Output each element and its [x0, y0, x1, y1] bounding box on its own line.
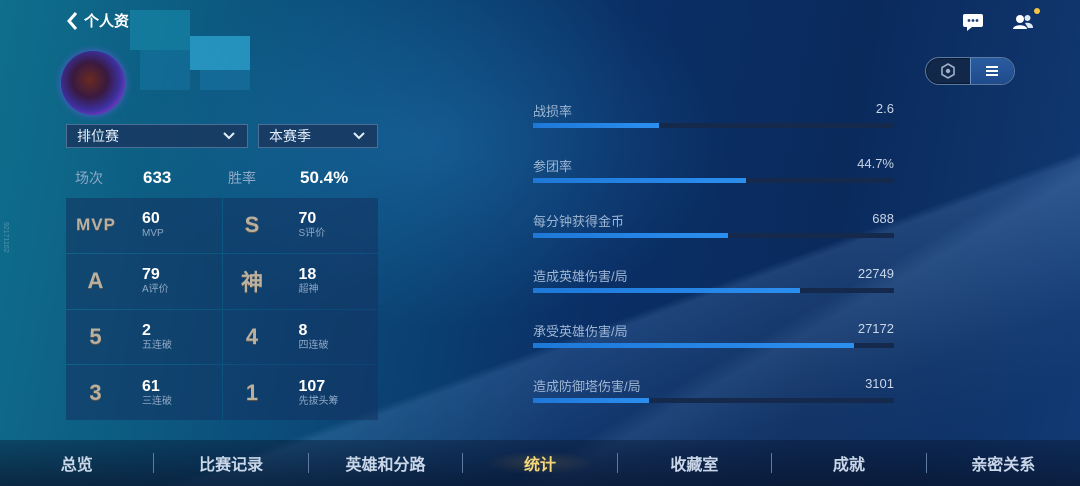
stat-bar-fill	[533, 288, 801, 293]
honor-label: 三连破	[142, 395, 172, 407]
stat-bar-fill	[533, 398, 649, 403]
honor-cell-quadra: 4 8 四连破	[222, 309, 378, 365]
avatar[interactable]	[61, 51, 125, 115]
stat-label: 参团率	[533, 159, 573, 174]
honor-cell-first-blood: 1 107 先拔头筹	[222, 365, 378, 420]
mvp-emblem-icon: MVP	[76, 215, 116, 235]
honor-value: 107	[298, 377, 326, 395]
tab-heroes-lanes[interactable]: 英雄和分路	[309, 451, 462, 475]
bottom-nav: 总览 比赛记录 英雄和分路 统计 收藏室 成就 亲密关系	[0, 440, 1080, 486]
honor-value: 79	[142, 266, 160, 284]
stat-value: 3101	[865, 376, 894, 391]
honor-value: 70	[298, 210, 317, 228]
friends-icon	[1013, 15, 1033, 29]
tab-match-history[interactable]: 比赛记录	[154, 451, 307, 475]
honor-value: 2	[142, 321, 151, 339]
chevron-down-icon	[353, 132, 365, 140]
tab-collection[interactable]: 收藏室	[618, 451, 771, 475]
mode-dropdown[interactable]: 排位赛	[66, 124, 248, 148]
s-grade-emblem-icon: S	[244, 212, 261, 238]
penta-kill-emblem-icon: 5	[89, 323, 103, 349]
stat-value: 22749	[857, 266, 894, 281]
stat-bar-track	[533, 123, 894, 128]
tab-relationships[interactable]: 亲密关系	[927, 451, 1080, 475]
stat-label: 每分钟获得金币	[533, 214, 625, 229]
notification-dot	[1034, 8, 1040, 14]
honor-cell-a: A 79 A评价	[66, 253, 222, 309]
stat-bar-track	[533, 288, 894, 293]
honor-label: MVP	[142, 228, 164, 240]
honor-label: 超神	[298, 284, 319, 296]
stat-value: 27172	[857, 321, 894, 336]
side-watermark: 92171162	[2, 222, 9, 253]
season-dropdown[interactable]: 本赛季	[258, 124, 378, 148]
stat-value: 44.7%	[857, 156, 894, 171]
stat-row: 造成防御塔伤害/局 3101	[533, 376, 894, 406]
stat-bar-fill	[533, 233, 728, 238]
tab-statistics[interactable]: 统计	[463, 451, 616, 475]
stat-bar-fill	[533, 178, 746, 183]
stat-label: 战损率	[533, 104, 573, 119]
stat-row: 战损率 2.6	[533, 101, 894, 131]
honor-cell-mvp: MVP 60 MVP	[66, 198, 222, 253]
stat-row: 参团率 44.7%	[533, 156, 894, 186]
chat-button[interactable]	[962, 12, 984, 32]
stat-label: 造成防御塔伤害/局	[533, 379, 641, 394]
back-button[interactable]: 个人资	[66, 10, 129, 31]
honor-value: 61	[142, 377, 160, 395]
season-dropdown-value: 本赛季	[269, 128, 311, 144]
matches-value: 633	[143, 168, 172, 187]
stat-bar-track	[533, 233, 894, 238]
stat-bar-track	[533, 343, 894, 348]
quadra-kill-emblem-icon: 4	[245, 323, 260, 349]
stat-value: 2.6	[875, 101, 894, 116]
stat-bar-track	[533, 178, 894, 183]
honor-label: 四连破	[298, 339, 329, 351]
honor-value: 8	[298, 321, 308, 339]
stat-value: 688	[872, 211, 894, 226]
stat-bar-fill	[533, 123, 660, 128]
chevron-left-icon	[67, 11, 78, 30]
friends-button[interactable]	[1012, 8, 1040, 32]
stat-bar-track	[533, 398, 894, 403]
back-label: 个人资	[84, 13, 130, 30]
stat-row: 每分钟获得金币 688	[533, 211, 894, 241]
matches-label: 场次	[75, 170, 103, 186]
honor-cell-s: S 70 S评价	[222, 198, 378, 253]
stat-label: 承受英雄伤害/局	[533, 324, 628, 339]
chat-bubble-icon	[963, 14, 983, 31]
honor-value: 18	[298, 266, 317, 284]
honor-cell-penta: 5 2 五连破	[66, 309, 222, 365]
triple-kill-emblem-icon: 3	[89, 379, 103, 405]
stat-row: 承受英雄伤害/局 27172	[533, 321, 894, 351]
winrate-label: 胜率	[228, 170, 256, 186]
name-mosaic	[130, 10, 250, 90]
honor-label: 先拔头筹	[298, 395, 339, 407]
honor-grid: MVP 60 MVP S 70 S评价 A 79 A评价 神 18 超神 5 2 五连破 …	[66, 198, 378, 420]
honor-label: S评价	[298, 228, 326, 240]
tab-achievements[interactable]: 成就	[772, 451, 925, 475]
honor-cell-godlike: 神 18 超神	[222, 253, 378, 309]
godlike-emblem-icon: 神	[240, 270, 264, 296]
honor-value: 60	[142, 210, 160, 228]
honor-cell-triple: 3 61 三连破	[66, 365, 222, 420]
list-icon	[986, 66, 999, 76]
winrate-value: 50.4%	[300, 168, 349, 187]
hexagon-icon	[940, 63, 955, 79]
honor-label: A评价	[142, 284, 169, 296]
stat-label: 造成英雄伤害/局	[533, 269, 628, 284]
tab-overview[interactable]: 总览	[0, 451, 153, 475]
honor-label: 五连破	[142, 339, 172, 351]
mode-dropdown-value: 排位赛	[77, 128, 119, 144]
stat-bar-fill	[533, 343, 855, 348]
view-list-button[interactable]	[969, 58, 1014, 84]
chevron-down-icon	[223, 132, 235, 140]
stat-row: 造成英雄伤害/局 22749	[533, 266, 894, 296]
view-honor-button[interactable]	[926, 58, 970, 84]
first-blood-emblem-icon: 1	[245, 379, 260, 405]
a-grade-emblem-icon: A	[87, 268, 105, 294]
view-toggle[interactable]	[925, 57, 1015, 85]
summary-row: 场次 633 胜率 50.4%	[66, 160, 378, 196]
